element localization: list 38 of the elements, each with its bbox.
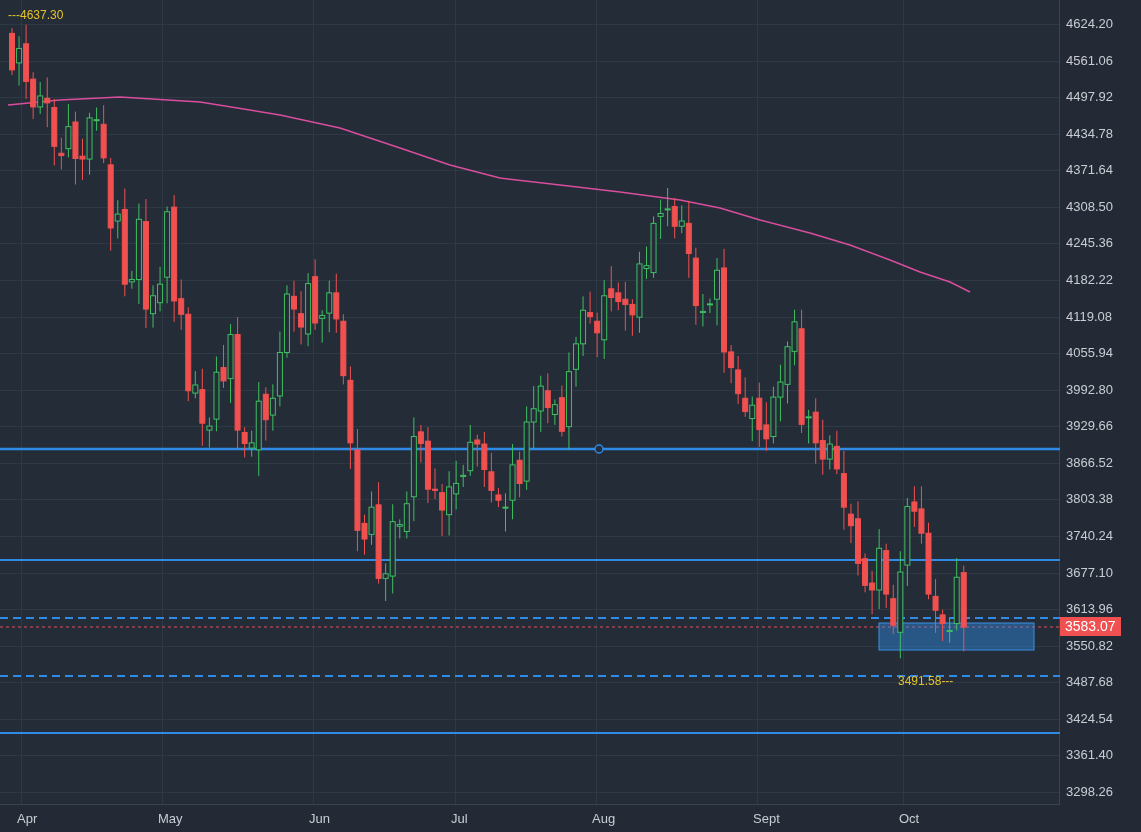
axis-label: Aug <box>592 811 616 826</box>
axis-label: 4245.36 <box>1066 235 1113 251</box>
axis-label: 3361.40 <box>1066 747 1113 763</box>
horizontal-line[interactable] <box>0 675 1060 677</box>
axis-label: Oct <box>899 811 920 826</box>
horizontal-line[interactable] <box>0 626 1060 628</box>
price-zone-rectangle[interactable] <box>878 622 1035 651</box>
axis-label: 4119.08 <box>1066 308 1113 324</box>
axis-label: 4371.64 <box>1066 162 1113 178</box>
axis-label: 3866.52 <box>1066 454 1113 470</box>
axis-label: 3550.82 <box>1066 637 1113 653</box>
axis-label: May <box>158 811 183 826</box>
axis-label: 3740.24 <box>1066 527 1113 543</box>
axis-label: 3424.54 <box>1066 710 1113 726</box>
axis-label: 3487.68 <box>1066 674 1113 690</box>
axis-label: 3992.80 <box>1066 381 1113 397</box>
axis-label: 4497.92 <box>1066 89 1113 105</box>
axis-label: Jun <box>309 811 330 826</box>
horizontal-line[interactable] <box>0 617 1060 619</box>
axis-label: Apr <box>17 811 38 826</box>
axis-label: Sept <box>753 811 780 826</box>
axis-label: 3929.66 <box>1066 418 1113 434</box>
drag-handle[interactable] <box>594 444 604 454</box>
axis-label: 3677.10 <box>1066 564 1113 580</box>
price-marker-label: ---4637.30 <box>8 8 64 23</box>
axis-label: 4434.78 <box>1066 125 1113 141</box>
axis-label: 4182.22 <box>1066 272 1113 287</box>
axis-label: 3298.26 <box>1066 783 1113 799</box>
price-marker-label: 3491.58--- <box>898 674 954 689</box>
horizontal-line[interactable] <box>0 447 1060 451</box>
axis-label: 4055.94 <box>1066 345 1113 361</box>
price-tag: 3583.07 <box>1060 617 1121 636</box>
axis-label: 4308.50 <box>1066 198 1113 214</box>
axis-label: 3803.38 <box>1066 491 1113 507</box>
axis-label: Jul <box>451 811 468 826</box>
axis-label: 4624.20 <box>1066 16 1113 31</box>
axis-label: 4561.06 <box>1066 52 1113 68</box>
axis-label: 3613.96 <box>1066 601 1113 617</box>
